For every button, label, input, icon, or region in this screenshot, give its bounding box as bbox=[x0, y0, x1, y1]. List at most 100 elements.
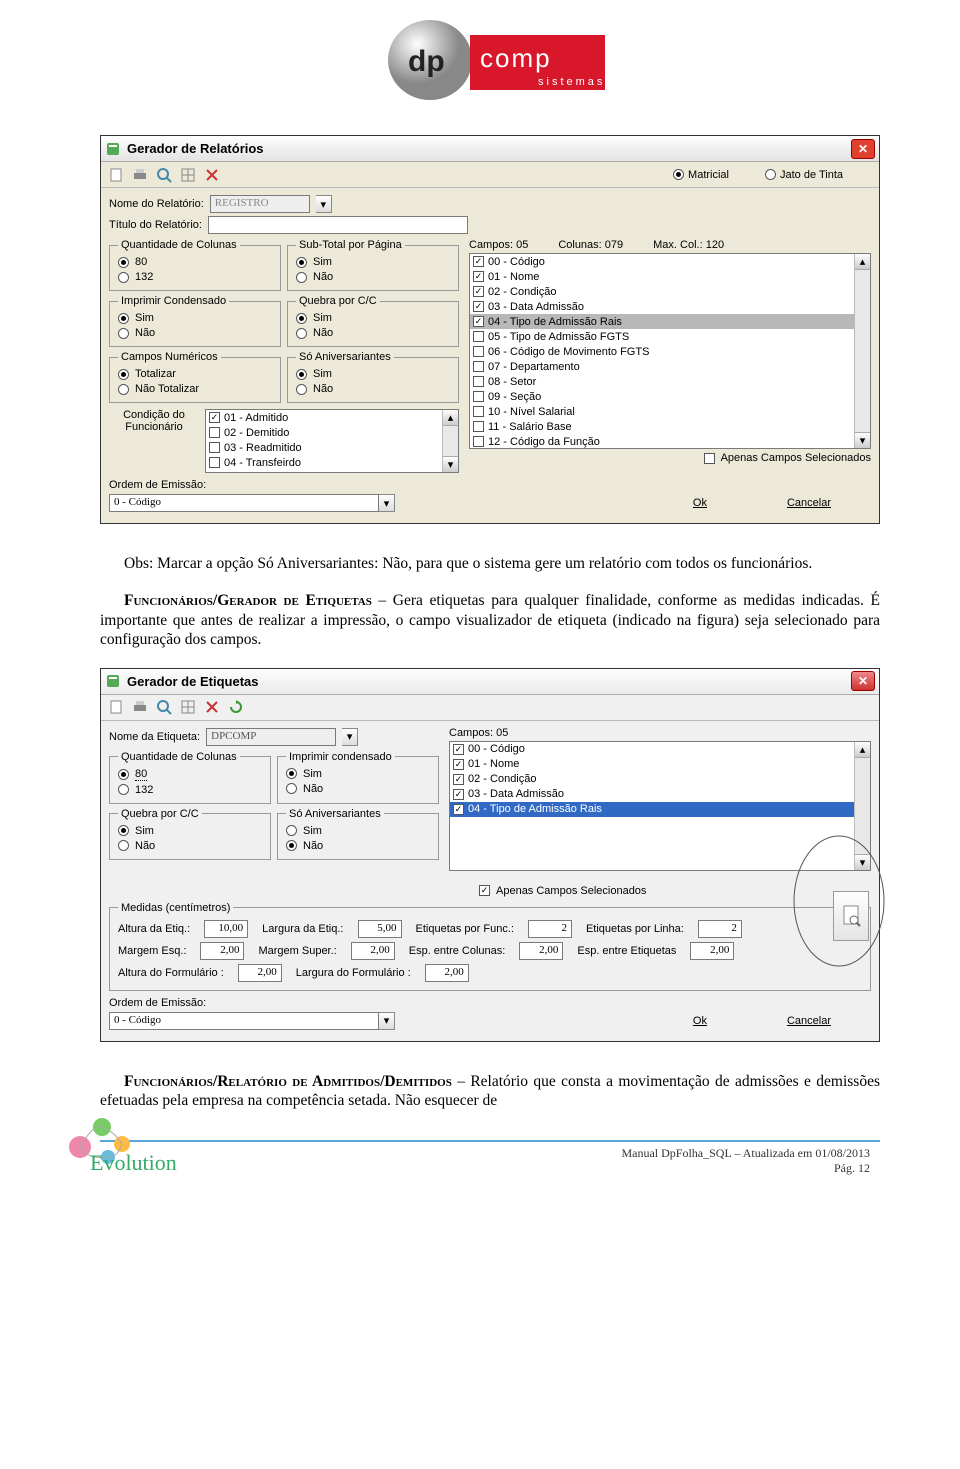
margem-esq-input[interactable]: 2,00 bbox=[200, 942, 244, 960]
esp-colunas-input[interactable]: 2,00 bbox=[519, 942, 563, 960]
visualizador-button[interactable] bbox=[833, 891, 869, 941]
refresh-icon[interactable] bbox=[227, 698, 245, 716]
dropdown-icon[interactable]: ▾ bbox=[379, 494, 395, 512]
dropdown-icon[interactable]: ▾ bbox=[316, 195, 332, 213]
fieldset-aniversariantes: Só Aniversariantes Sim Não bbox=[277, 808, 439, 860]
etiq-linha-input[interactable]: 2 bbox=[698, 920, 742, 938]
footer-line2: Pág. 12 bbox=[621, 1161, 870, 1176]
list-item[interactable]: 09 - Seção bbox=[470, 389, 870, 404]
print-icon[interactable] bbox=[131, 698, 149, 716]
toolbar bbox=[101, 695, 879, 721]
radio-cond-sim[interactable]: Sim bbox=[286, 768, 430, 780]
svg-text:comp: comp bbox=[480, 43, 552, 73]
radio-cond-sim[interactable]: Sim bbox=[118, 312, 272, 324]
list-item[interactable]: 04 - Transfeirdo bbox=[206, 455, 458, 470]
radio-jato-tinta[interactable]: Jato de Tinta bbox=[765, 169, 843, 181]
margem-sup-input[interactable]: 2,00 bbox=[351, 942, 395, 960]
new-icon[interactable] bbox=[107, 166, 125, 184]
checkbox-apenas-selecionados[interactable]: Apenas Campos Selecionados bbox=[469, 452, 871, 464]
list-item[interactable]: 01 - Nome bbox=[450, 757, 870, 772]
radio-80[interactable]: 80 bbox=[118, 256, 272, 268]
list-item[interactable]: 08 - Setor bbox=[470, 374, 870, 389]
list-item[interactable]: 03 - Readmitido bbox=[206, 440, 458, 455]
list-item[interactable]: 11 - Salário Base bbox=[470, 419, 870, 434]
radio-sub-sim[interactable]: Sim bbox=[296, 256, 450, 268]
close-button[interactable]: ✕ bbox=[851, 139, 875, 159]
dropdown-icon[interactable]: ▾ bbox=[342, 728, 358, 746]
window-title: Gerador de Relatórios bbox=[127, 141, 264, 156]
grid-icon[interactable] bbox=[179, 698, 197, 716]
cancel-button[interactable]: Cancelar bbox=[787, 497, 831, 509]
list-item[interactable]: 00 - Código bbox=[450, 742, 870, 757]
largura-etiq-input[interactable]: 5,00 bbox=[358, 920, 402, 938]
new-icon[interactable] bbox=[107, 698, 125, 716]
etiq-func-input[interactable]: 2 bbox=[528, 920, 572, 938]
radio-sub-nao[interactable]: Não bbox=[296, 271, 450, 283]
radio-cond-nao[interactable]: Não bbox=[286, 783, 430, 795]
nome-etiqueta-input[interactable]: DPCOMP bbox=[206, 728, 336, 746]
list-item[interactable]: 07 - Departamento bbox=[470, 359, 870, 374]
radio-queb-sim[interactable]: Sim bbox=[118, 825, 262, 837]
fieldset-quebra: Quebra por C/C Sim Não bbox=[109, 808, 271, 860]
list-item[interactable]: 02 - Condição bbox=[450, 772, 870, 787]
fieldset-qtd-colunas: Quantidade de Colunas 80 132 bbox=[109, 239, 281, 291]
condicao-listbox[interactable]: 01 - Admitido02 - Demitido03 - Readmitid… bbox=[205, 409, 459, 473]
list-item[interactable]: 12 - Código da Função bbox=[470, 434, 870, 449]
list-item[interactable]: 02 - Condição bbox=[470, 284, 870, 299]
list-item[interactable]: 04 - Tipo de Admissão Rais bbox=[450, 802, 870, 817]
dropdown-icon[interactable]: ▾ bbox=[379, 1012, 395, 1030]
radio-aniv-sim[interactable]: Sim bbox=[296, 368, 450, 380]
radio-queb-sim[interactable]: Sim bbox=[296, 312, 450, 324]
radio-cond-nao[interactable]: Não bbox=[118, 327, 272, 339]
paragraph-gerador-etiquetas: Funcionários/Gerador de Etiquetas – Gera… bbox=[100, 591, 880, 649]
radio-aniv-sim[interactable]: Sim bbox=[286, 825, 430, 837]
footer-line1: Manual DpFolha_SQL – Atualizada em 01/08… bbox=[621, 1146, 870, 1161]
largura-form-input[interactable]: 2,00 bbox=[425, 964, 469, 982]
campos-listbox[interactable]: 00 - Código01 - Nome02 - Condição03 - Da… bbox=[469, 253, 871, 449]
radio-132[interactable]: 132 bbox=[118, 784, 262, 796]
list-item[interactable]: 06 - Código de Movimento FGTS bbox=[470, 344, 870, 359]
nome-relatorio-input[interactable]: REGISTRO bbox=[210, 195, 310, 213]
list-item[interactable]: 10 - Nível Salarial bbox=[470, 404, 870, 419]
list-item[interactable]: 01 - Nome bbox=[470, 269, 870, 284]
grid-icon[interactable] bbox=[179, 166, 197, 184]
list-item[interactable]: 04 - Tipo de Admissão Rais bbox=[470, 314, 870, 329]
radio-queb-nao[interactable]: Não bbox=[118, 840, 262, 852]
radio-nao-totalizar[interactable]: Não Totalizar bbox=[118, 383, 272, 395]
print-icon[interactable] bbox=[131, 166, 149, 184]
ordem-emissao-input[interactable]: 0 - Código bbox=[109, 494, 379, 512]
delete-icon[interactable] bbox=[203, 166, 221, 184]
scrollbar[interactable]: ▴▾ bbox=[854, 254, 870, 448]
altura-form-input[interactable]: 2,00 bbox=[238, 964, 282, 982]
window-title: Gerador de Etiquetas bbox=[127, 674, 258, 689]
ok-button[interactable]: Ok bbox=[693, 497, 707, 509]
radio-aniv-nao[interactable]: Não bbox=[296, 383, 450, 395]
fieldset-numericos: Campos Numéricos Totalizar Não Totalizar bbox=[109, 351, 281, 403]
delete-icon[interactable] bbox=[203, 698, 221, 716]
radio-132[interactable]: 132 bbox=[118, 271, 272, 283]
list-item[interactable]: 01 - Admitido bbox=[206, 410, 458, 425]
titulo-relatorio-input[interactable] bbox=[208, 216, 468, 234]
preview-icon[interactable] bbox=[155, 166, 173, 184]
cancel-button[interactable]: Cancelar bbox=[787, 1015, 831, 1027]
radio-aniv-nao[interactable]: Não bbox=[286, 840, 430, 852]
radio-80[interactable]: 80 bbox=[118, 768, 262, 781]
list-item[interactable]: 03 - Data Admissão bbox=[470, 299, 870, 314]
fieldset-medidas: Medidas (centímetros) Altura da Etiq.: 1… bbox=[109, 902, 871, 991]
radio-totalizar[interactable]: Totalizar bbox=[118, 368, 272, 380]
radio-queb-nao[interactable]: Não bbox=[296, 327, 450, 339]
ordem-emissao-input[interactable]: 0 - Código bbox=[109, 1012, 379, 1030]
radio-matricial[interactable]: Matricial bbox=[673, 169, 729, 181]
preview-icon[interactable] bbox=[155, 698, 173, 716]
scrollbar[interactable]: ▴▾ bbox=[442, 410, 458, 472]
fieldset-qtd-colunas: Quantidade de Colunas 80 132 bbox=[109, 751, 271, 804]
list-item[interactable]: 02 - Demitido bbox=[206, 425, 458, 440]
list-item[interactable]: 03 - Data Admissão bbox=[450, 787, 870, 802]
ok-button[interactable]: Ok bbox=[693, 1015, 707, 1027]
screenshot-gerador-relatorios: Gerador de Relatórios ✕ Matricial Jato d… bbox=[100, 135, 880, 524]
list-item[interactable]: 05 - Tipo de Admissão FGTS bbox=[470, 329, 870, 344]
esp-etiq-input[interactable]: 2,00 bbox=[690, 942, 734, 960]
list-item[interactable]: 00 - Código bbox=[470, 254, 870, 269]
altura-etiq-input[interactable]: 10,00 bbox=[204, 920, 248, 938]
close-button[interactable]: ✕ bbox=[851, 671, 875, 691]
